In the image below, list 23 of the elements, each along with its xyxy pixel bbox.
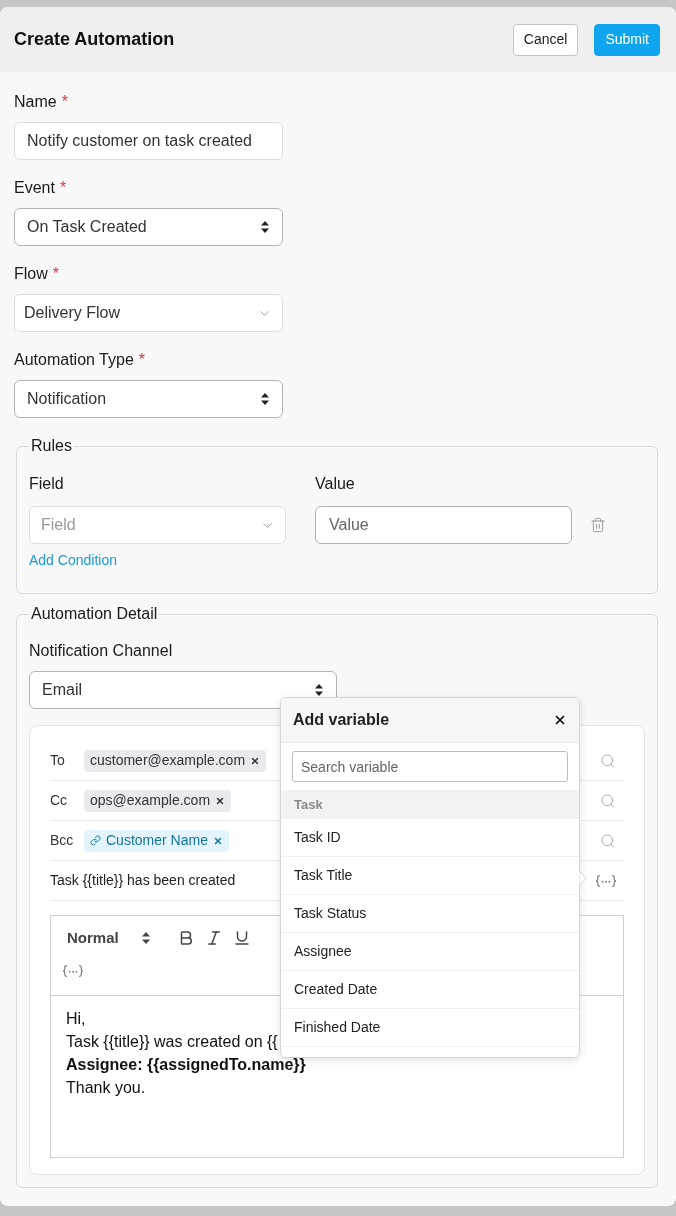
recipient-label: Cc	[50, 791, 69, 810]
field-label: Flow *	[14, 264, 59, 284]
dialog-title: Create Automation	[14, 28, 175, 51]
group-legend: Automation Detail	[29, 604, 160, 624]
recipient-label: Bcc	[50, 831, 75, 850]
message-line: Thank you.	[66, 1078, 146, 1098]
tag-text: ops@example.com	[90, 791, 211, 810]
field-label: Automation Type *	[14, 350, 145, 370]
message-line: Hi,	[66, 1009, 86, 1029]
tag-text: Customer Name	[106, 831, 208, 850]
message-line: Task {{title}} was created on {{	[66, 1032, 278, 1052]
popover-title: Add variable	[293, 710, 390, 730]
column-label: Field	[29, 475, 64, 492]
field-label: Event *	[14, 178, 67, 198]
field-label: Notification Channel	[29, 641, 173, 661]
group-legend: Rules	[29, 436, 74, 456]
column-label: Value	[315, 475, 355, 492]
group-header: Task	[281, 790, 579, 819]
tag-text: customer@example.com	[90, 751, 246, 770]
message-line: Assignee: {{assignedTo.name}}	[66, 1055, 306, 1075]
recipient-label: To	[50, 751, 66, 770]
subject-text: Task {{title}} has been created	[50, 871, 236, 890]
field-label: Name *	[14, 92, 68, 112]
